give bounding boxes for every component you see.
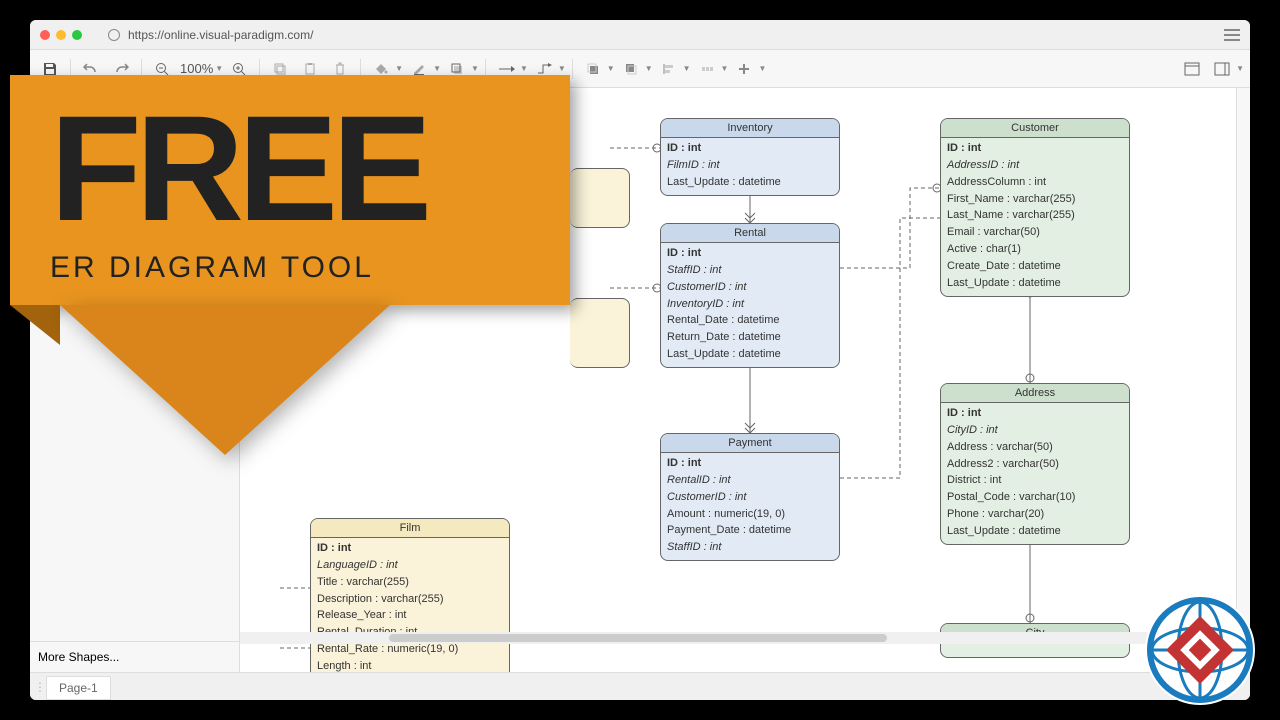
entity-attribute: Active : char(1) (947, 241, 1123, 258)
entity-attribute: CityID : int (947, 422, 1123, 439)
globe-icon (108, 29, 120, 41)
entity-body-rental: ID : intStaffID : intCustomerID : intInv… (661, 243, 839, 367)
entity-attribute: Postal_Code : varchar(10) (947, 489, 1123, 506)
entity-hidden-2[interactable] (570, 298, 630, 368)
entity-attribute: Length : int (317, 658, 503, 672)
entity-attribute: Last_Update : datetime (667, 174, 833, 191)
entity-inventory[interactable]: Inventory ID : intFilmID : intLast_Updat… (660, 118, 840, 196)
close-window-button[interactable] (40, 30, 50, 40)
entity-attribute: Last_Update : datetime (667, 346, 833, 363)
entity-title: Inventory (661, 119, 839, 138)
entity-body-customer: ID : intAddressID : intAddressColumn : i… (941, 138, 1129, 296)
entity-attribute: ID : int (667, 455, 833, 472)
entity-attribute: District : int (947, 472, 1123, 489)
entity-attribute: ID : int (947, 140, 1123, 157)
align-button[interactable] (655, 55, 683, 83)
entity-body-address: ID : intCityID : intAddress : varchar(50… (941, 403, 1129, 544)
entity-attribute: Create_Date : datetime (947, 258, 1123, 275)
entity-attribute: ID : int (947, 405, 1123, 422)
entity-attribute: AddressID : int (947, 157, 1123, 174)
banner-tail (60, 305, 390, 455)
entity-attribute: Title : varchar(255) (317, 574, 503, 591)
entity-attribute: Email : varchar(50) (947, 224, 1123, 241)
entity-attribute: AddressColumn : int (947, 174, 1123, 191)
entity-attribute: StaffID : int (667, 539, 833, 556)
entity-attribute: ID : int (667, 140, 833, 157)
entity-attribute: LanguageID : int (317, 557, 503, 574)
hamburger-menu-icon[interactable] (1224, 29, 1240, 41)
entity-attribute: Amount : numeric(19, 0) (667, 506, 833, 523)
add-button[interactable] (730, 55, 758, 83)
outline-panel-button[interactable] (1208, 55, 1236, 83)
entity-hidden-1[interactable] (570, 168, 630, 228)
entity-title: Customer (941, 119, 1129, 138)
maximize-window-button[interactable] (72, 30, 82, 40)
entity-title: Rental (661, 224, 839, 243)
entity-attribute: Address : varchar(50) (947, 439, 1123, 456)
to-back-button[interactable] (617, 55, 645, 83)
entity-attribute: Last_Update : datetime (947, 523, 1123, 540)
banner-subtitle: ER DIAGRAM TOOL (50, 251, 530, 285)
url-text: https://online.visual-paradigm.com/ (128, 28, 313, 42)
tab-page-1[interactable]: Page-1 (46, 676, 111, 700)
banner-title: FREE (50, 105, 530, 233)
entity-attribute: ID : int (667, 245, 833, 262)
right-rail (1236, 88, 1250, 672)
entity-title: Address (941, 384, 1129, 403)
entity-attribute: Address2 : varchar(50) (947, 456, 1123, 473)
entity-title: Payment (661, 434, 839, 453)
zoom-dropdown-icon[interactable]: ▼ (215, 64, 223, 73)
entity-attribute: Last_Update : datetime (947, 275, 1123, 292)
entity-film[interactable]: Film ID : intLanguageID : intTitle : var… (310, 518, 510, 672)
horizontal-scrollbar[interactable] (240, 632, 1236, 644)
entity-body-payment: ID : intRentalID : intCustomerID : intAm… (661, 453, 839, 560)
visual-paradigm-logo-icon (1140, 590, 1260, 710)
zoom-level[interactable]: 100% (178, 61, 215, 76)
window-controls (40, 30, 82, 40)
entity-attribute: ID : int (317, 540, 503, 557)
entity-attribute: Description : varchar(255) (317, 591, 503, 608)
entity-attribute: Rental_Date : datetime (667, 312, 833, 329)
entity-body-inventory: ID : intFilmID : intLast_Update : dateti… (661, 138, 839, 195)
format-panel-button[interactable] (1178, 55, 1206, 83)
more-shapes-button[interactable]: More Shapes... (30, 641, 239, 672)
entity-attribute: Phone : varchar(20) (947, 506, 1123, 523)
entity-attribute: StaffID : int (667, 262, 833, 279)
entity-customer[interactable]: Customer ID : intAddressID : intAddressC… (940, 118, 1130, 297)
entity-rental[interactable]: Rental ID : intStaffID : intCustomerID :… (660, 223, 840, 368)
entity-attribute: Last_Name : varchar(255) (947, 207, 1123, 224)
entity-attribute: CustomerID : int (667, 489, 833, 506)
entity-attribute: CustomerID : int (667, 279, 833, 296)
entity-attribute: Return_Date : datetime (667, 329, 833, 346)
minimize-window-button[interactable] (56, 30, 66, 40)
entity-address[interactable]: Address ID : intCityID : intAddress : va… (940, 383, 1130, 545)
entity-attribute: Release_Year : int (317, 607, 503, 624)
promo-banner: FREE ER DIAGRAM TOOL (10, 75, 570, 305)
entity-payment[interactable]: Payment ID : intRentalID : intCustomerID… (660, 433, 840, 561)
entity-title: Film (311, 519, 509, 538)
entity-attribute: InventoryID : int (667, 296, 833, 313)
browser-chrome: https://online.visual-paradigm.com/ (30, 20, 1250, 50)
scrollbar-thumb[interactable] (389, 634, 887, 642)
banner-body: FREE ER DIAGRAM TOOL (10, 75, 570, 305)
banner-fold (10, 305, 60, 345)
entity-attribute: Payment_Date : datetime (667, 522, 833, 539)
page-tabs: ⋮ Page-1 (30, 672, 1250, 700)
to-front-button[interactable] (579, 55, 607, 83)
entity-attribute: RentalID : int (667, 472, 833, 489)
entity-body-film: ID : intLanguageID : intTitle : varchar(… (311, 538, 509, 672)
distribute-button[interactable] (693, 55, 721, 83)
entity-attribute: FilmID : int (667, 157, 833, 174)
tab-handle-icon[interactable]: ⋮ (34, 680, 42, 694)
entity-attribute: First_Name : varchar(255) (947, 191, 1123, 208)
address-bar[interactable]: https://online.visual-paradigm.com/ (108, 28, 1218, 42)
